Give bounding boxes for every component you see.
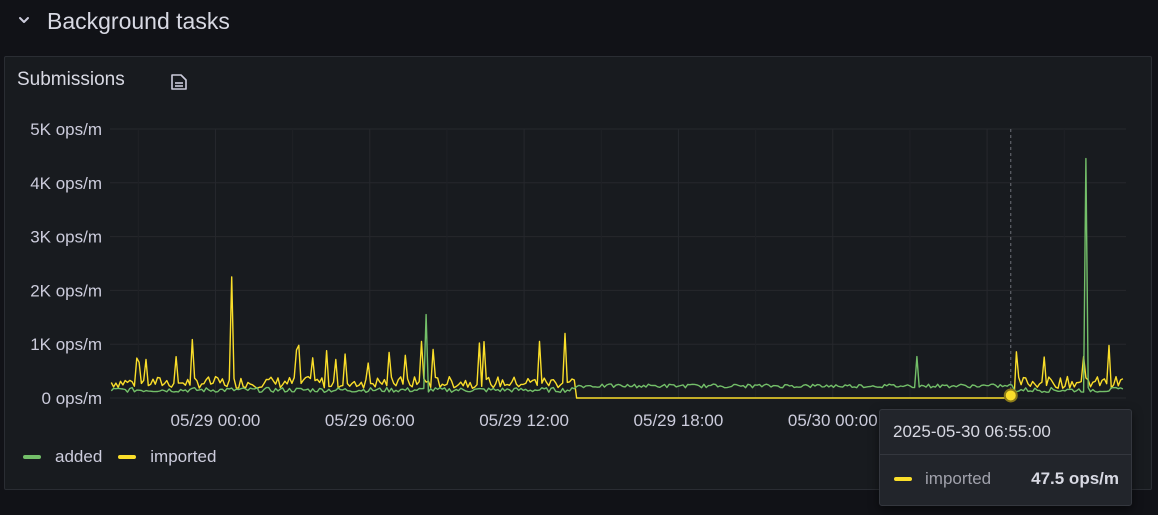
row-title: Background tasks <box>47 8 230 34</box>
y-tick-label: 5K ops/m <box>30 120 102 139</box>
y-tick-label: 0 ops/m <box>42 389 102 408</box>
tooltip-value: 47.5 ops/m <box>1031 469 1119 488</box>
chevron-down-icon[interactable] <box>16 12 32 28</box>
legend-swatch <box>118 455 137 459</box>
x-tick-label: 05/29 12:00 <box>479 411 569 430</box>
legend: added imported <box>23 447 232 467</box>
series-line-added <box>110 157 1124 393</box>
row-header[interactable]: Background tasks <box>0 0 1158 44</box>
y-tick-label: 3K ops/m <box>30 228 102 247</box>
legend-item-added[interactable]: added <box>23 447 102 467</box>
series-line-imported <box>110 276 1124 399</box>
x-tick-label: 05/29 18:00 <box>634 411 724 430</box>
tooltip-series-name: imported <box>925 469 992 488</box>
tooltip-swatch <box>894 477 912 481</box>
y-tick-label: 1K ops/m <box>30 335 102 354</box>
y-tick-label: 4K ops/m <box>30 174 102 193</box>
legend-item-imported[interactable]: imported <box>118 447 216 467</box>
x-tick-label: 05/30 00:00 <box>788 411 878 430</box>
x-tick-label: 05/29 06:00 <box>325 411 415 430</box>
hover-tooltip: 2025-05-30 06:55:00 imported 47.5 ops/m <box>879 409 1132 506</box>
tooltip-divider <box>880 454 1131 455</box>
legend-swatch <box>23 455 41 459</box>
legend-label: imported <box>150 447 217 466</box>
hover-point <box>1003 388 1018 403</box>
legend-label: added <box>55 447 103 466</box>
tooltip-time: 2025-05-30 06:55:00 <box>893 422 1051 441</box>
x-tick-label: 05/29 00:00 <box>171 411 261 430</box>
y-tick-label: 2K ops/m <box>30 281 102 300</box>
